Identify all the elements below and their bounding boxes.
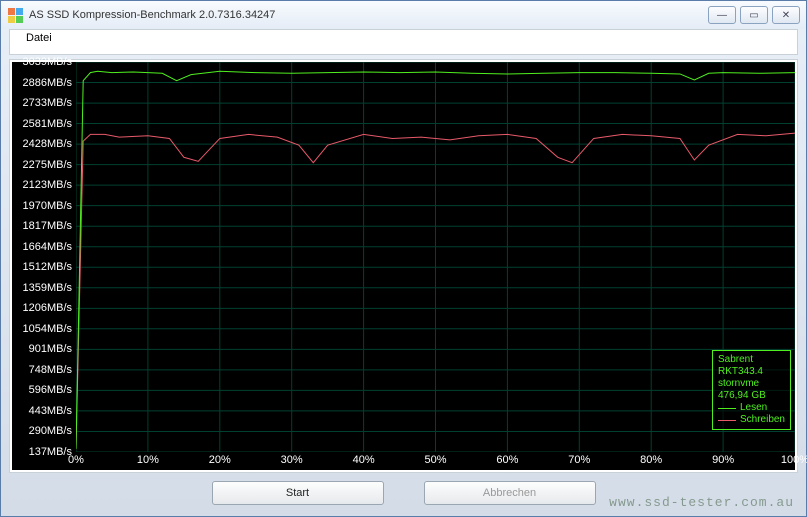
y-tick: 1817MB/s <box>22 220 72 232</box>
grid <box>76 62 795 452</box>
menu-datei[interactable]: Datei <box>20 30 58 46</box>
maximize-button[interactable]: ▭ <box>740 6 768 24</box>
plot-area: Sabrent RKT343.4 stornvme 476,94 GB Lese… <box>76 62 795 452</box>
y-tick: 596MB/s <box>29 384 72 396</box>
watermark: www.ssd-tester.com.au <box>609 495 794 510</box>
y-tick: 1054MB/s <box>22 323 72 335</box>
y-tick: 2581MB/s <box>22 118 72 130</box>
window-controls: — ▭ ✕ <box>708 6 800 24</box>
x-tick: 50% <box>424 454 446 466</box>
y-tick: 748MB/s <box>29 364 72 376</box>
x-tick: 80% <box>640 454 662 466</box>
x-tick: 100% <box>781 454 807 466</box>
x-tick: 10% <box>137 454 159 466</box>
x-tick: 0% <box>68 454 84 466</box>
y-tick: 2733MB/s <box>22 97 72 109</box>
legend-device: Sabrent <box>718 354 785 366</box>
window-title: AS SSD Kompression-Benchmark 2.0.7316.34… <box>29 9 708 21</box>
legend-model: RKT343.4 <box>718 366 785 378</box>
y-tick: 443MB/s <box>29 405 72 417</box>
y-axis: 137MB/s290MB/s443MB/s596MB/s748MB/s901MB… <box>12 62 76 452</box>
x-axis: 0%10%20%30%40%50%60%70%80%90%100% <box>76 452 795 470</box>
y-tick: 1512MB/s <box>22 261 72 273</box>
x-tick: 30% <box>281 454 303 466</box>
x-tick: 60% <box>496 454 518 466</box>
x-tick: 70% <box>568 454 590 466</box>
y-tick: 2886MB/s <box>22 77 72 89</box>
y-tick: 2123MB/s <box>22 179 72 191</box>
read-swatch <box>718 408 736 409</box>
legend-read: Lesen <box>718 402 785 414</box>
chart-container: 137MB/s 290MB/s 443MB/s 596MB/s 748MB/s 901MB… <box>9 59 798 473</box>
y-tick: 1970MB/s <box>22 200 72 212</box>
abort-button: Abbrechen <box>424 481 596 505</box>
y-tick: 1206MB/s <box>22 302 72 314</box>
legend-write: Schreiben <box>718 414 785 426</box>
x-tick: 20% <box>209 454 231 466</box>
legend: Sabrent RKT343.4 stornvme 476,94 GB Lese… <box>712 350 791 430</box>
y-tick: 2428MB/s <box>22 138 72 150</box>
y-tick: 1359MB/s <box>22 282 72 294</box>
y-tick: 901MB/s <box>29 343 72 355</box>
minimize-button[interactable]: — <box>708 6 736 24</box>
legend-capacity: 476,94 GB <box>718 390 785 402</box>
write-swatch <box>718 420 736 421</box>
start-button[interactable]: Start <box>212 481 384 505</box>
close-button[interactable]: ✕ <box>772 6 800 24</box>
y-tick: 137MB/s <box>29 446 72 458</box>
app-icon <box>7 7 23 23</box>
y-tick: 2275MB/s <box>22 159 72 171</box>
legend-driver: stornvme <box>718 378 785 390</box>
app-window: AS SSD Kompression-Benchmark 2.0.7316.34… <box>0 0 807 517</box>
y-tick: 290MB/s <box>29 425 72 437</box>
titlebar: AS SSD Kompression-Benchmark 2.0.7316.34… <box>1 1 806 29</box>
menubar: Datei <box>9 29 798 55</box>
y-tick: 3039MB/s <box>22 56 72 68</box>
x-tick: 40% <box>353 454 375 466</box>
x-tick: 90% <box>712 454 734 466</box>
y-tick: 1664MB/s <box>22 241 72 253</box>
chart: 137MB/s 290MB/s 443MB/s 596MB/s 748MB/s 901MB… <box>12 62 795 470</box>
chart-svg <box>76 62 795 452</box>
